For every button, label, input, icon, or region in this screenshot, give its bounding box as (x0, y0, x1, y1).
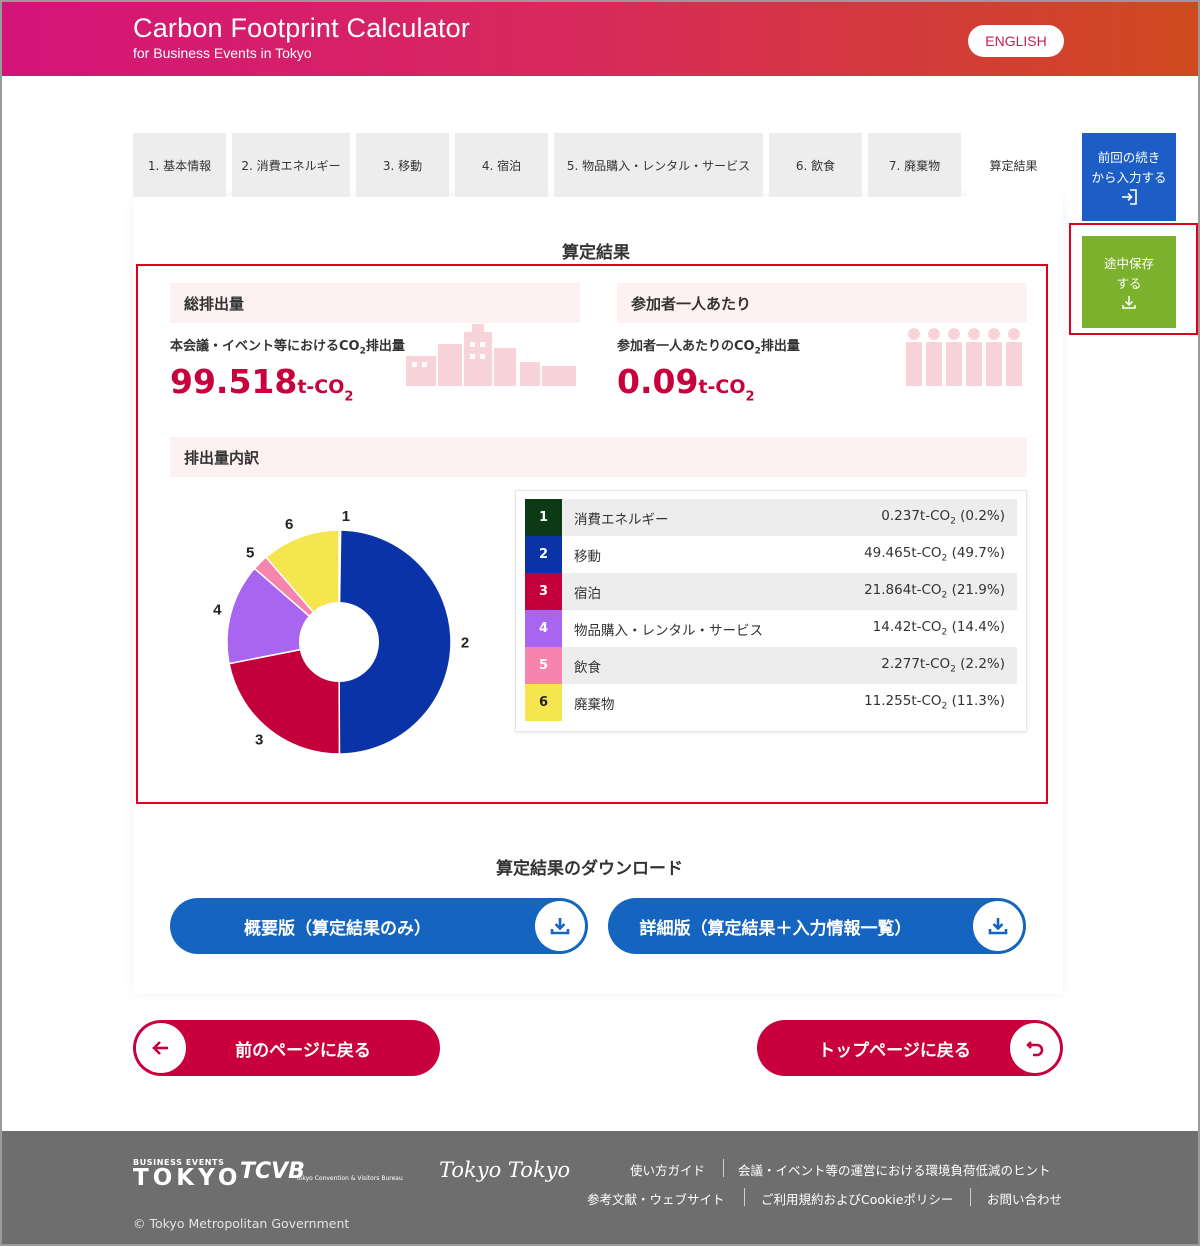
copyright: © Tokyo Metropolitan Government (133, 1216, 350, 1231)
highlight-box-save (1069, 223, 1198, 335)
step-tabs: 1. 基本情報 2. 消費エネルギー 3. 移動 4. 宿泊 5. 物品購入・レ… (133, 133, 1066, 197)
download-summary-label: 概要版（算定結果のみ） (244, 918, 431, 939)
footer: BUSINESS EVENTS TOKYO TCVB Tokyo Convent… (2, 1131, 1198, 1244)
top-page-label: トップページに戻る (818, 1040, 971, 1061)
tab-basic-info[interactable]: 1. 基本情報 (133, 133, 226, 197)
footer-link-terms[interactable]: ご利用規約およびCookieポリシー (761, 1189, 953, 1208)
footer-link-tips[interactable]: 会議・イベント等の運営における環境負荷低減のヒント (738, 1160, 1051, 1179)
login-icon (1122, 189, 1137, 205)
app-title: Carbon Footprint Calculator (133, 13, 471, 43)
top-page-button[interactable]: トップページに戻る (757, 1020, 1063, 1076)
tab-transport[interactable]: 3. 移動 (356, 133, 449, 197)
download-icon (535, 901, 585, 951)
download-detail-button[interactable]: 詳細版（算定結果＋入力情報一覧） (608, 898, 1026, 954)
back-label: 前のページに戻る (235, 1040, 371, 1061)
tab-result[interactable]: 算定結果 (967, 133, 1060, 197)
tab-waste[interactable]: 7. 廃棄物 (868, 133, 961, 197)
app-subtitle: for Business Events in Tokyo (133, 45, 312, 61)
footer-link-contact[interactable]: お問い合わせ (987, 1189, 1062, 1208)
tab-lodging[interactable]: 4. 宿泊 (455, 133, 548, 197)
download-detail-label: 詳細版（算定結果＋入力情報一覧） (639, 918, 912, 939)
logo-tcvb-sub: Tokyo Convention & Visitors Bureau (296, 1175, 403, 1182)
download-title: 算定結果のダウンロード (496, 859, 683, 879)
download-icon (973, 901, 1023, 951)
resume-label-2: から入力する (1091, 170, 1167, 185)
highlight-box-results (136, 264, 1048, 804)
arrow-left-icon (136, 1023, 186, 1073)
footer-link-guide[interactable]: 使い方ガイド (630, 1160, 705, 1179)
app-header: Carbon Footprint Calculator for Business… (2, 2, 1198, 76)
tab-purchase[interactable]: 5. 物品購入・レンタル・サービス (554, 133, 763, 197)
tab-food[interactable]: 6. 飲食 (769, 133, 862, 197)
resume-button[interactable]: 前回の続き から入力する (1082, 133, 1176, 221)
resume-label-1: 前回の続き (1097, 150, 1161, 165)
result-title: 算定結果 (562, 243, 630, 263)
back-button[interactable]: 前のページに戻る (133, 1020, 440, 1076)
logo-tokyo: TOKYO (133, 1165, 242, 1191)
tab-energy[interactable]: 2. 消費エネルギー (232, 133, 350, 197)
return-icon (1010, 1023, 1060, 1073)
logo-tokyo-tokyo: Tokyo Tokyo (439, 1158, 571, 1182)
download-summary-button[interactable]: 概要版（算定結果のみ） (170, 898, 588, 954)
english-button[interactable]: ENGLISH (968, 25, 1064, 57)
footer-link-references[interactable]: 参考文献・ウェブサイト (587, 1189, 725, 1208)
